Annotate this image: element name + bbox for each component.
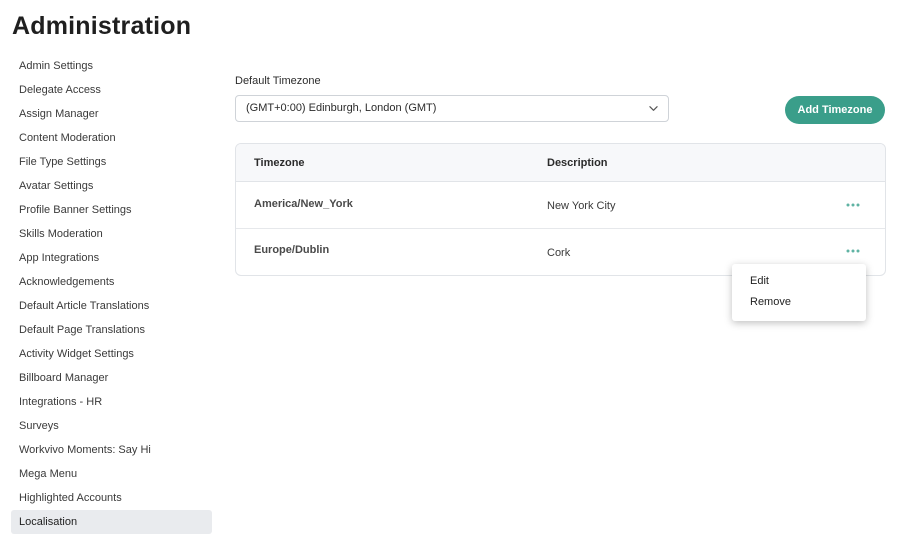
more-horizontal-icon[interactable] xyxy=(846,248,860,254)
sidebar-item-localisation[interactable]: Localisation xyxy=(11,510,212,534)
edit-menu-item[interactable]: Edit xyxy=(732,271,866,292)
sidebar-item-profile-banner-settings[interactable]: Profile Banner Settings xyxy=(11,198,212,222)
column-header-description: Description xyxy=(547,157,608,169)
sidebar-item-workvivo-moments[interactable]: Workvivo Moments: Say Hi xyxy=(11,438,212,462)
sidebar-item-activity-widget-settings[interactable]: Activity Widget Settings xyxy=(11,342,212,366)
column-header-timezone: Timezone xyxy=(254,157,305,169)
timezone-cell: America/New_York xyxy=(254,198,353,210)
sidebar-item-billboard-manager[interactable]: Billboard Manager xyxy=(11,366,212,390)
sidebar-item-delegate-access[interactable]: Delegate Access xyxy=(11,78,212,102)
row-actions-menu: Edit Remove xyxy=(732,264,866,321)
sidebar-item-admin-settings[interactable]: Admin Settings xyxy=(11,54,212,78)
admin-sidebar: Admin Settings Delegate Access Assign Ma… xyxy=(11,54,212,534)
sidebar-item-highlighted-accounts[interactable]: Highlighted Accounts xyxy=(11,486,212,510)
default-timezone-select[interactable]: (GMT+0:00) Edinburgh, London (GMT) xyxy=(235,95,669,122)
default-timezone-value: (GMT+0:00) Edinburgh, London (GMT) xyxy=(246,102,437,114)
timezone-cell: Europe/Dublin xyxy=(254,244,330,256)
remove-menu-item[interactable]: Remove xyxy=(732,292,866,313)
sidebar-item-mega-menu[interactable]: Mega Menu xyxy=(11,462,212,486)
page-title: Administration xyxy=(12,12,192,40)
sidebar-item-acknowledgements[interactable]: Acknowledgements xyxy=(11,270,212,294)
add-timezone-button[interactable]: Add Timezone xyxy=(785,96,885,124)
description-cell: New York City xyxy=(547,200,616,212)
description-cell: Cork xyxy=(547,247,571,259)
sidebar-item-avatar-settings[interactable]: Avatar Settings xyxy=(11,174,212,198)
sidebar-item-app-integrations[interactable]: App Integrations xyxy=(11,246,212,270)
table-header: Timezone Description xyxy=(236,144,885,182)
sidebar-item-default-article-translations[interactable]: Default Article Translations xyxy=(11,294,212,318)
sidebar-item-integrations-hr[interactable]: Integrations - HR xyxy=(11,390,212,414)
table-row: America/New_York New York City xyxy=(236,182,885,229)
sidebar-item-content-moderation[interactable]: Content Moderation xyxy=(11,126,212,150)
sidebar-item-skills-moderation[interactable]: Skills Moderation xyxy=(11,222,212,246)
sidebar-item-default-page-translations[interactable]: Default Page Translations xyxy=(11,318,212,342)
timezone-table: Timezone Description America/New_York Ne… xyxy=(235,143,886,276)
sidebar-item-surveys[interactable]: Surveys xyxy=(11,414,212,438)
more-horizontal-icon[interactable] xyxy=(846,202,860,208)
sidebar-item-file-type-settings[interactable]: File Type Settings xyxy=(11,150,212,174)
sidebar-item-assign-manager[interactable]: Assign Manager xyxy=(11,102,212,126)
chevron-down-icon xyxy=(649,106,658,111)
default-timezone-label: Default Timezone xyxy=(235,75,321,87)
